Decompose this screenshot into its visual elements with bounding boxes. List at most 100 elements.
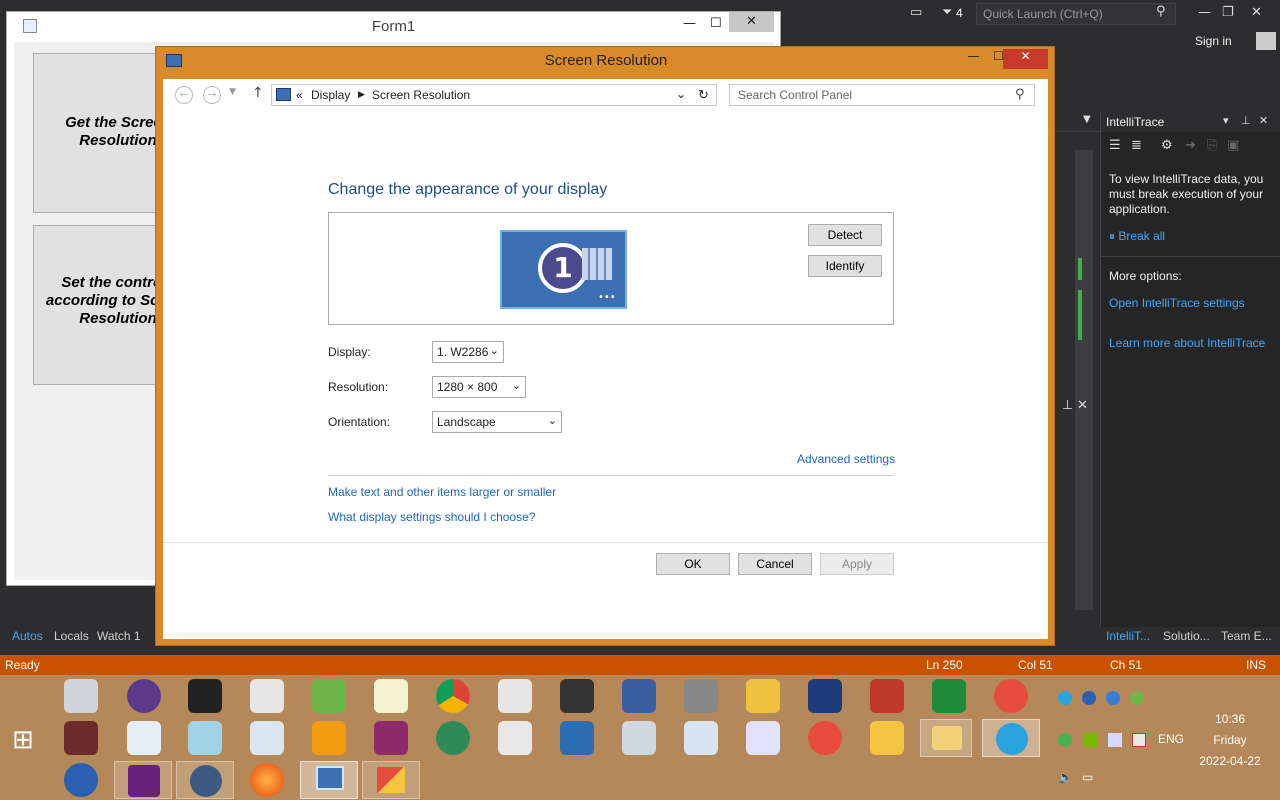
windows-start-icon[interactable]: ⊞ bbox=[12, 725, 34, 755]
telegram-icon[interactable] bbox=[982, 719, 1040, 757]
editor-dropdown[interactable]: ▼ bbox=[1055, 112, 1100, 132]
search-input[interactable]: Search Control Panel bbox=[729, 84, 1035, 106]
taskbar-app-icon[interactable] bbox=[312, 679, 346, 713]
ok-button[interactable]: OK bbox=[656, 553, 730, 575]
close-icon[interactable]: ✕ bbox=[1259, 114, 1268, 127]
tray-icon[interactable] bbox=[1130, 691, 1144, 705]
calculator-icon[interactable] bbox=[932, 679, 966, 713]
nvidia-tray-icon[interactable] bbox=[1084, 733, 1098, 747]
account-avatar[interactable] bbox=[1256, 32, 1276, 50]
devcpp-icon[interactable] bbox=[808, 679, 842, 713]
tab-locals[interactable]: Locals bbox=[54, 629, 89, 643]
firefox-icon[interactable] bbox=[250, 763, 284, 797]
eclipse-icon[interactable] bbox=[127, 679, 161, 713]
learn-more-link[interactable]: Learn more about IntelliTrace bbox=[1109, 336, 1277, 351]
taskbar-app-icon[interactable] bbox=[746, 679, 780, 713]
snipping-icon[interactable] bbox=[498, 721, 532, 755]
screen-resolution-task[interactable] bbox=[300, 761, 358, 799]
feedback-icon[interactable]: ▭ bbox=[910, 5, 922, 20]
up-icon[interactable]: ↑ bbox=[252, 85, 264, 101]
tab-autos[interactable]: Autos bbox=[12, 629, 43, 643]
display-select[interactable]: 1. W2286 ⌄ bbox=[432, 341, 504, 363]
maximize-icon[interactable]: ☐ bbox=[710, 16, 722, 31]
visual-studio-icon[interactable] bbox=[114, 761, 172, 799]
telegram-tray-icon[interactable] bbox=[1058, 691, 1072, 705]
notifications-icon[interactable]: ⏷ bbox=[942, 5, 952, 20]
identify-button[interactable]: Identify bbox=[808, 255, 882, 277]
taskbar-app-icon[interactable] bbox=[498, 679, 532, 713]
taskbar-app-icon[interactable] bbox=[870, 721, 904, 755]
tray-icon[interactable] bbox=[1106, 691, 1120, 705]
minimize-icon[interactable]: — bbox=[1198, 5, 1211, 20]
breadcrumb-overflow[interactable]: « bbox=[296, 88, 303, 102]
forward-icon[interactable]: → bbox=[203, 86, 221, 104]
orientation-select[interactable]: Landscape ⌄ bbox=[432, 411, 562, 433]
eop-icon[interactable] bbox=[560, 679, 594, 713]
taskbar-app-icon[interactable] bbox=[684, 679, 718, 713]
tab-watch[interactable]: Watch 1 bbox=[97, 629, 141, 643]
clock[interactable]: 10:36 Friday 2022-04-22 bbox=[1190, 709, 1270, 772]
taskbar-app-icon[interactable] bbox=[436, 721, 470, 755]
taskbar-app-icon[interactable] bbox=[870, 679, 904, 713]
language-indicator[interactable]: ENG bbox=[1158, 732, 1184, 746]
search-icon[interactable]: ⚲ bbox=[1156, 4, 1166, 19]
winrar-icon[interactable] bbox=[374, 721, 408, 755]
cancel-button[interactable]: Cancel bbox=[738, 553, 812, 575]
monitor-1[interactable]: 1 ••• bbox=[500, 230, 627, 309]
tab-intellitrace[interactable]: IntelliT... bbox=[1106, 629, 1150, 643]
paint-icon[interactable] bbox=[250, 721, 284, 755]
search-icon[interactable]: ⚲ bbox=[1015, 87, 1025, 102]
refresh-icon[interactable]: ↻ bbox=[698, 87, 709, 103]
network-icon[interactable] bbox=[1132, 733, 1146, 747]
recent-dropdown-icon[interactable]: ▼ bbox=[229, 87, 236, 97]
taskbar-app-icon[interactable] bbox=[560, 721, 594, 755]
break-all-link[interactable]: ⏸ Break all bbox=[1109, 229, 1277, 244]
action-center-icon[interactable]: ▭ bbox=[1082, 770, 1093, 784]
taskbar-app-icon[interactable] bbox=[374, 679, 408, 713]
form1-task[interactable] bbox=[362, 761, 420, 799]
close-icon[interactable]: ✕ bbox=[1251, 5, 1262, 20]
chevron-down-icon[interactable]: ⌄ bbox=[676, 87, 686, 101]
dropdown-icon[interactable]: ▾ bbox=[1223, 114, 1229, 127]
apply-button[interactable]: Apply bbox=[820, 553, 894, 575]
close-icon[interactable]: ✕ bbox=[1003, 49, 1048, 69]
events-view-icon[interactable]: ≣ bbox=[1131, 138, 1142, 153]
taskbar-app-icon[interactable] bbox=[188, 721, 222, 755]
tray-icon[interactable] bbox=[1108, 733, 1122, 747]
taskbar-app-icon[interactable] bbox=[127, 721, 161, 755]
breadcrumb-screen-resolution[interactable]: Screen Resolution bbox=[372, 88, 470, 102]
file-explorer-icon[interactable] bbox=[920, 719, 972, 757]
pin-icon[interactable]: ⊥ bbox=[1062, 398, 1073, 413]
editor-scrollbar[interactable] bbox=[1075, 150, 1093, 610]
advanced-settings-link[interactable]: Advanced settings bbox=[797, 452, 895, 466]
taskbar-app-icon[interactable] bbox=[176, 761, 234, 799]
tab-team-explorer[interactable]: Team E... bbox=[1221, 629, 1272, 643]
tray-icon[interactable] bbox=[1082, 691, 1096, 705]
taskbar-app-icon[interactable] bbox=[250, 679, 284, 713]
gear-icon[interactable]: ⚙ bbox=[1161, 138, 1173, 153]
resolution-select[interactable]: 1280 × 800 ⌄ bbox=[432, 376, 526, 398]
back-icon[interactable]: ← bbox=[175, 86, 193, 104]
volume-icon[interactable]: 🔈 bbox=[1058, 770, 1073, 784]
breadcrumb-display[interactable]: Display bbox=[311, 88, 350, 102]
taskbar-app-icon[interactable] bbox=[622, 679, 656, 713]
taskbar-app-icon[interactable] bbox=[994, 679, 1028, 713]
taskbar-app-icon[interactable] bbox=[746, 721, 780, 755]
text-size-link[interactable]: Make text and other items larger or smal… bbox=[328, 485, 556, 499]
quick-launch-input[interactable]: Quick Launch (Ctrl+Q) bbox=[976, 3, 1176, 25]
sign-in-link[interactable]: Sign in bbox=[1195, 34, 1232, 48]
address-bar[interactable]: « Display ▶ Screen Resolution ⌄ ↻ bbox=[271, 84, 717, 106]
close-panel-icon[interactable]: ✕ bbox=[1077, 398, 1088, 413]
restore-icon[interactable]: ❐ bbox=[1222, 5, 1234, 20]
vlc-icon[interactable] bbox=[312, 721, 346, 755]
display-help-link[interactable]: What display settings should I choose? bbox=[328, 510, 535, 524]
list-view-icon[interactable]: ☰ bbox=[1109, 138, 1121, 153]
detect-button[interactable]: Detect bbox=[808, 224, 882, 246]
taskbar-app-icon[interactable] bbox=[64, 679, 98, 713]
taskbar-app-icon[interactable] bbox=[188, 679, 222, 713]
taskbar-app-icon[interactable] bbox=[622, 721, 656, 755]
taskbar-app-icon[interactable] bbox=[808, 721, 842, 755]
pin-icon[interactable]: ⊥ bbox=[1241, 114, 1251, 127]
tab-solution[interactable]: Solutio... bbox=[1163, 629, 1210, 643]
calculator-icon[interactable] bbox=[684, 721, 718, 755]
